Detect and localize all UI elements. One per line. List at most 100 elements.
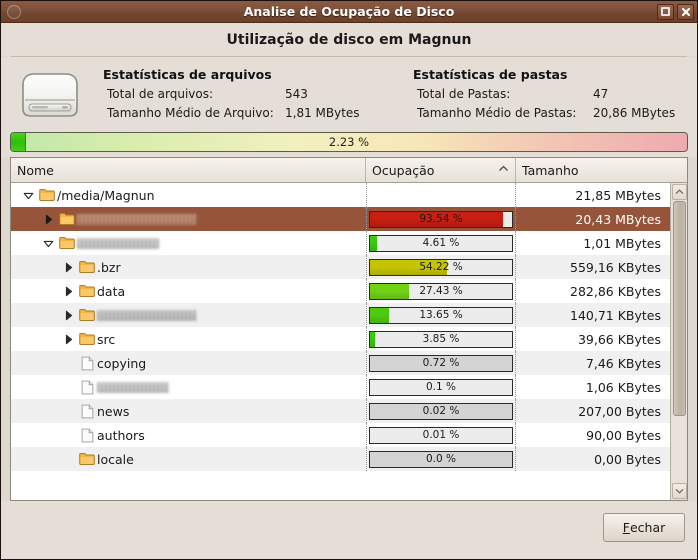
folder-icon: [77, 332, 97, 346]
occupation-label: 3.85 %: [422, 333, 460, 345]
cell-occupation: 0.01 %: [366, 423, 516, 447]
window-controls: [657, 3, 694, 20]
cell-occupation: 0.1 %: [366, 375, 516, 399]
scrollbar-thumb[interactable]: [672, 201, 686, 416]
cell-name: [11, 207, 366, 231]
cell-name: /media/Magnun: [11, 183, 366, 207]
occupation-label: 13.65 %: [419, 309, 463, 321]
cell-name: .bzr: [11, 255, 366, 279]
table-row[interactable]: 93.54 % 20,43 MBytes: [11, 207, 670, 231]
column-header-name[interactable]: Nome: [11, 158, 366, 182]
triangle-right-icon[interactable]: [59, 286, 77, 297]
triangle-down-icon[interactable]: [19, 191, 37, 200]
cell-size: 21,85 MBytes: [575, 187, 661, 203]
triangle-right-icon[interactable]: [59, 310, 77, 321]
row-label: news: [97, 403, 130, 419]
cell-name: [11, 231, 366, 255]
table-row[interactable]: copying 0.72 % 7,46 KBytes: [11, 351, 670, 375]
occupation-label: 27.43 %: [419, 285, 463, 297]
window-menu-icon[interactable]: [7, 4, 21, 19]
table-row[interactable]: 13.65 % 140,71 KBytes: [11, 303, 670, 327]
tree-body-wrapper: /media/Magnun 21,85 MBytes 93.54 % 20,43 MB…: [11, 183, 687, 500]
row-label: data: [97, 283, 126, 299]
table-row[interactable]: authors 0.01 % 90,00 Bytes: [11, 423, 670, 447]
stat-row-avg-folder-size: Tamanho Médio de Pastas: 20,86 MBytes: [399, 104, 687, 123]
cell-name: [11, 375, 366, 399]
stat-row-total-files: Total de arquivos: 543: [89, 85, 399, 104]
cell-size: 559,16 KBytes: [570, 259, 661, 275]
triangle-right-icon[interactable]: [59, 262, 77, 273]
row-label: src: [97, 331, 116, 347]
occupation-progress-bar: 0.72 %: [369, 354, 513, 372]
cell-size: 282,86 KBytes: [570, 283, 661, 299]
scroll-up-icon[interactable]: [671, 184, 687, 200]
occupation-progress-bar: 0.02 %: [369, 402, 513, 420]
row-label: [77, 237, 159, 249]
occupation-progress-bar: 93.54 %: [369, 210, 513, 228]
scrollbar-track[interactable]: [672, 200, 687, 483]
row-label: .bzr: [97, 259, 121, 275]
occupation-progress-bar: 0.01 %: [369, 426, 513, 444]
close-button[interactable]: Fechar: [603, 512, 685, 542]
occupation-label: 4.61 %: [422, 237, 460, 249]
occupation-label: 54.22 %: [419, 261, 463, 273]
occupation-label: 93.54 %: [419, 213, 463, 225]
occupation-progress-bar: 0.1 %: [369, 378, 513, 396]
chevron-up-icon: [498, 165, 509, 175]
table-row[interactable]: locale 0.0 % 0,00 Bytes: [11, 447, 670, 471]
table-row[interactable]: 0.1 % 1,06 KBytes: [11, 375, 670, 399]
cell-size: 90,00 Bytes: [586, 427, 661, 443]
file-icon: [77, 356, 97, 371]
cell-occupation: 0.72 %: [366, 351, 516, 375]
row-label: copying: [97, 355, 147, 371]
cell-occupation: [366, 183, 516, 207]
maximize-icon[interactable]: [657, 3, 674, 20]
statistics-area: Estatísticas de arquivos Total de arquiv…: [1, 57, 697, 129]
table-row[interactable]: src 3.85 % 39,66 KBytes: [11, 327, 670, 351]
row-label: [97, 381, 169, 393]
cell-name: [11, 303, 366, 327]
table-row[interactable]: news 0.02 % 207,00 Bytes: [11, 399, 670, 423]
occupation-label: 0.0 %: [425, 453, 456, 465]
title-bar[interactable]: Analise de Ocupação de Disco: [1, 1, 697, 23]
footer: Fechar: [1, 501, 697, 559]
avg-file-size-label: Tamanho Médio de Arquivo:: [107, 106, 274, 120]
cell-occupation: 54.22 %: [366, 255, 516, 279]
disk-usage-tree: Nome Ocupação Tamanho /media/Magnun 21,85…: [10, 157, 688, 501]
overall-usage-area: 2.23 %: [1, 129, 697, 157]
folder-icon: [57, 236, 77, 250]
vertical-scrollbar[interactable]: [670, 183, 687, 500]
overall-usage-bar: 2.23 %: [10, 132, 688, 152]
table-row[interactable]: data 27.43 % 282,86 KBytes: [11, 279, 670, 303]
table-row[interactable]: .bzr 54.22 % 559,16 KBytes: [11, 255, 670, 279]
table-row[interactable]: 4.61 % 1,01 MBytes: [11, 231, 670, 255]
folder-icon: [77, 284, 97, 298]
cell-name: news: [11, 399, 366, 423]
column-header-occupation[interactable]: Ocupação: [366, 158, 516, 182]
close-button-mnemonic: F: [622, 519, 630, 535]
overall-usage-label: 2.23 %: [328, 135, 370, 149]
tree-rows: /media/Magnun 21,85 MBytes 93.54 % 20,43 MB…: [11, 183, 670, 500]
statistics-columns: Estatísticas de arquivos Total de arquiv…: [89, 67, 687, 123]
triangle-down-icon[interactable]: [39, 239, 57, 248]
triangle-right-icon[interactable]: [59, 334, 77, 345]
occupation-progress-bar: 54.22 %: [369, 258, 513, 276]
cell-name: authors: [11, 423, 366, 447]
row-label: [77, 213, 197, 225]
table-row[interactable]: /media/Magnun 21,85 MBytes: [11, 183, 670, 207]
folder-statistics-title: Estatísticas de pastas: [413, 67, 568, 82]
occupation-label: 0.1 %: [425, 381, 456, 393]
cell-size: 1,06 KBytes: [585, 379, 661, 395]
row-label: [97, 309, 197, 321]
window-title: Analise de Ocupação de Disco: [243, 4, 455, 19]
scroll-down-icon[interactable]: [671, 483, 687, 499]
triangle-right-icon[interactable]: [39, 214, 57, 225]
occupation-progress-bar: 0.0 %: [369, 450, 513, 468]
close-icon[interactable]: [677, 3, 694, 20]
column-header-size[interactable]: Tamanho: [516, 158, 687, 182]
occupation-label: 0.01 %: [422, 429, 460, 441]
hard-disk-icon: [11, 69, 89, 121]
column-header-occupation-label: Ocupação: [372, 162, 435, 178]
avg-folder-size-label: Tamanho Médio de Pastas:: [417, 106, 577, 120]
occupation-progress-bar: 3.85 %: [369, 330, 513, 348]
